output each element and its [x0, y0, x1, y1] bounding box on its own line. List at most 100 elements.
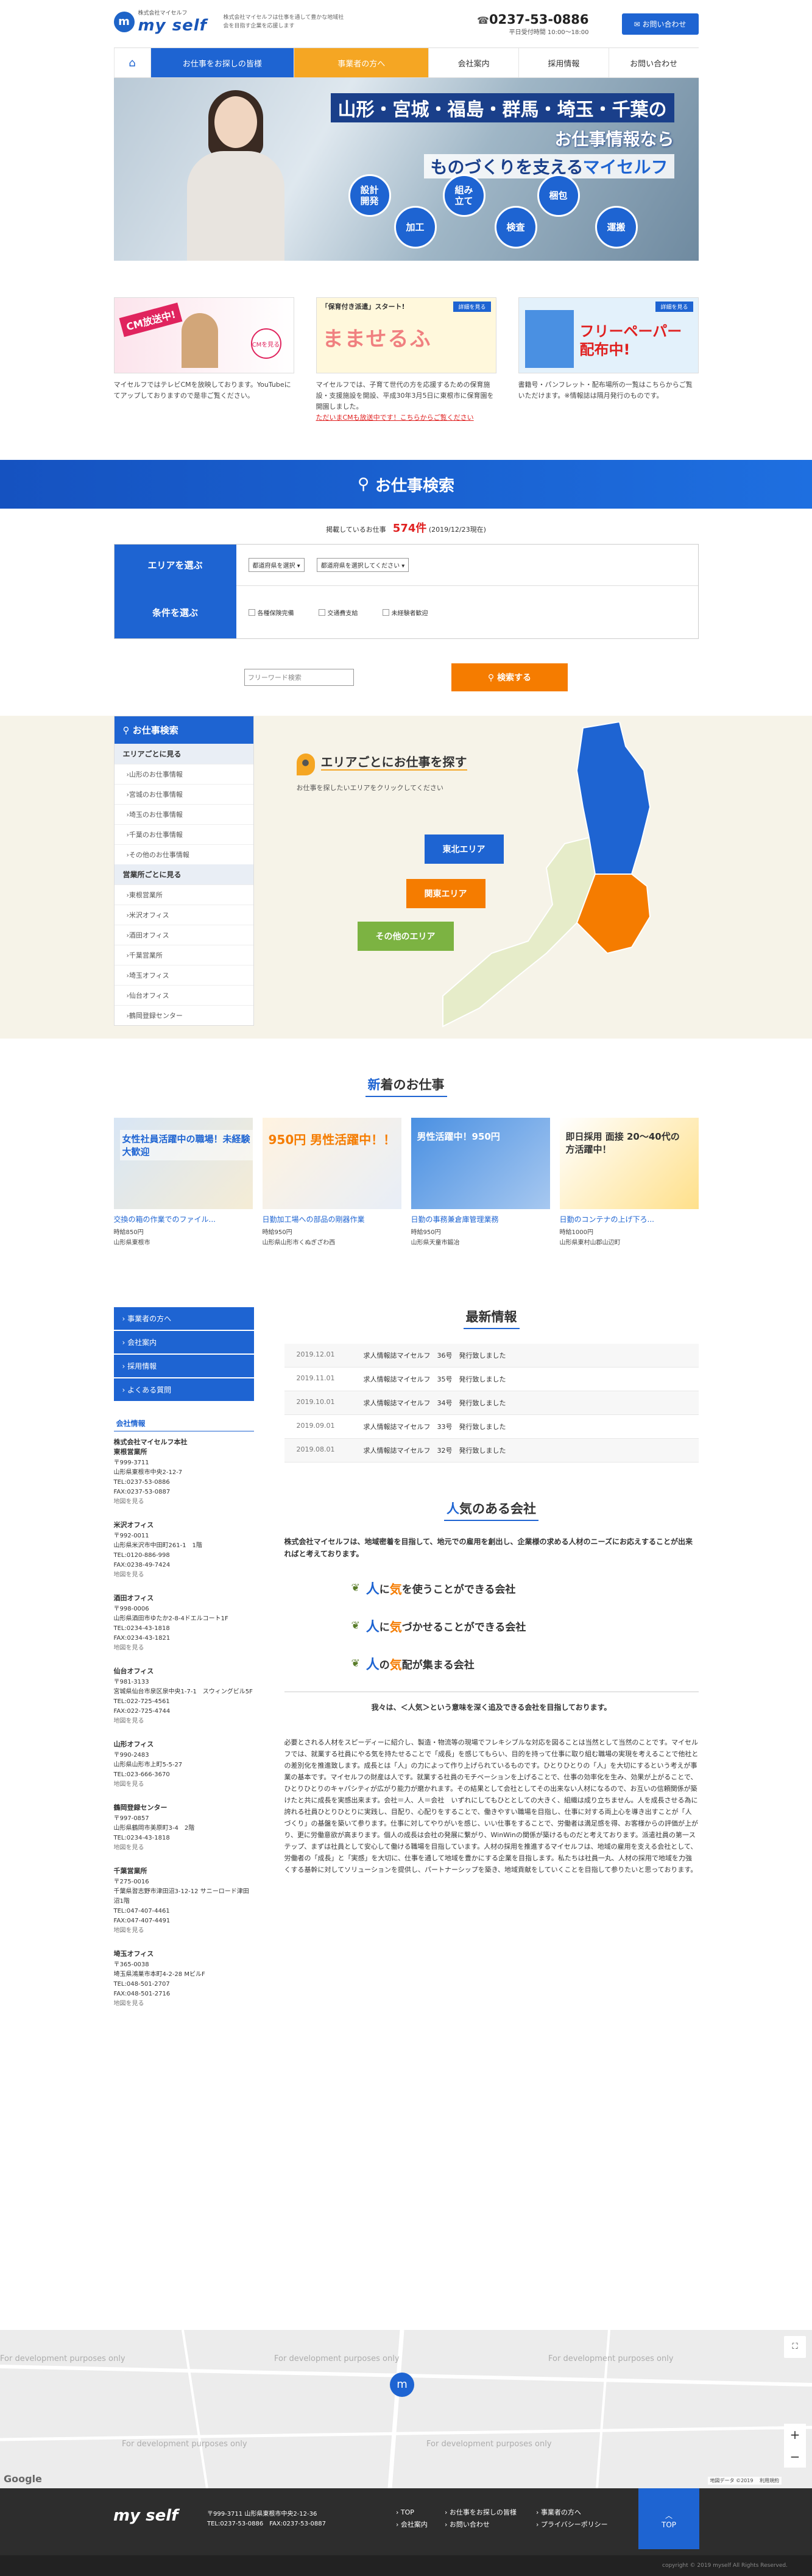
- checkbox-icon: [248, 609, 255, 616]
- job-image[interactable]: 女性社員活躍中の職場！未経験大歓迎: [113, 1118, 253, 1209]
- cm-banner-image[interactable]: CM放送中! CMを見る: [113, 297, 294, 373]
- job-card[interactable]: 女性社員活躍中の職場！未経験大歓迎 交換の箱の作業でのファイル... 時給850…: [113, 1118, 253, 1246]
- job-title[interactable]: 日勤の事務兼倉庫管理業務: [411, 1214, 550, 1224]
- office-line: FAX:022-725-4744: [113, 1708, 171, 1715]
- footer-link-contact[interactable]: › お問い合わせ: [445, 2519, 517, 2531]
- other-area-button[interactable]: その他のエリア: [357, 922, 454, 951]
- hero-circle-assembly: 組み 立て: [442, 174, 485, 217]
- job-card[interactable]: 即日採用 面接 20〜40代の方活躍中！ 日勤のコンテナの上げ下ろ... 時給1…: [559, 1118, 699, 1246]
- lower-nav-faq[interactable]: › よくある質問: [113, 1378, 254, 1401]
- inexperienced-checkbox[interactable]: 未経験者歓迎: [382, 608, 428, 617]
- office-line: 〒365-0038: [113, 1961, 149, 1968]
- side-office-item[interactable]: ›千葉営業所: [114, 945, 253, 965]
- office-map-link[interactable]: 地図を見る: [114, 1570, 254, 1580]
- news-item[interactable]: 2019.12.01 求人情報誌マイセルフ 36号 発行致しました: [284, 1344, 699, 1367]
- insurance-checkbox[interactable]: 各種保険完備: [248, 608, 294, 617]
- office-map-link[interactable]: 地図を見る: [114, 1780, 254, 1790]
- news-item[interactable]: 2019.09.01 求人情報誌マイセルフ 33号 発行致しました: [284, 1415, 699, 1439]
- nav-item-contact[interactable]: お問い合わせ: [608, 48, 699, 77]
- google-map[interactable]: For development purposes only For develo…: [0, 2330, 812, 2488]
- news-item[interactable]: 2019.10.01 求人情報誌マイセルフ 34号 発行致しました: [284, 1391, 699, 1415]
- freepaper-card[interactable]: 詳細を見る フリーペーパー配布中! 書籍号・パンフレット・配布場所の一覧はこちら…: [518, 297, 699, 423]
- news-item[interactable]: 2019.08.01 求人情報誌マイセルフ 32号 発行致しました: [284, 1439, 699, 1463]
- site-logo[interactable]: m 株式会社マイセルフ my self: [113, 9, 207, 35]
- footer-link-employers[interactable]: › 事業者の方へ: [536, 2507, 608, 2519]
- job-image[interactable]: 男性活躍中！950円: [411, 1118, 550, 1209]
- job-title[interactable]: 交換の箱の作業でのファイル...: [114, 1214, 253, 1224]
- nursery-cm-link[interactable]: ただいまCMも放送中です！こちらからご覧ください: [316, 414, 474, 422]
- transport-checkbox[interactable]: 交通費支給: [318, 608, 358, 617]
- lower-nav-employers[interactable]: › 事業者の方へ: [113, 1307, 254, 1330]
- office-map-link[interactable]: 地図を見る: [114, 1843, 254, 1853]
- search-form: エリアを選ぶ 都道府県を選択 ▾ 都道府県を選択してください ▾ 条件を選ぶ 各…: [113, 544, 699, 639]
- side-area-item[interactable]: ›山形のお仕事情報: [114, 764, 253, 784]
- office-map-link[interactable]: 地図を見る: [114, 1497, 254, 1507]
- nursery-card[interactable]: 「保育付き派遣」スタート! 詳細を見る まませるふ マイセルフでは、子育て世代の…: [316, 297, 496, 423]
- job-card[interactable]: 男性活躍中！950円 日勤の事務兼倉庫管理業務 時給950円 山形県天童市鍛冶: [411, 1118, 550, 1246]
- lower-nav-company[interactable]: › 会社案内: [113, 1331, 254, 1353]
- zoom-in-button[interactable]: +: [784, 2424, 806, 2446]
- search-submit-button[interactable]: ⚲ 検索する: [451, 663, 568, 691]
- zoom-out-button[interactable]: −: [784, 2446, 806, 2468]
- side-office-item[interactable]: ›鶴岡登録センター: [114, 1005, 253, 1025]
- side-area-item[interactable]: ›埼玉のお仕事情報: [114, 804, 253, 824]
- side-office-item[interactable]: ›東根営業所: [114, 884, 253, 905]
- nav-item-recruit[interactable]: 採用情報: [518, 48, 609, 77]
- map-marker-icon[interactable]: m: [390, 2373, 414, 2397]
- footer-link-privacy[interactable]: › プライバシーポリシー: [536, 2519, 608, 2531]
- side-office-item[interactable]: ›米沢オフィス: [114, 905, 253, 925]
- footer-links-1: › TOP › 会社案内: [396, 2507, 428, 2531]
- side-area-item[interactable]: ›千葉のお仕事情報: [114, 824, 253, 844]
- map-dev-watermark: For development purposes only: [426, 2440, 552, 2449]
- chevron-up-icon: ︿: [665, 2511, 673, 2520]
- popular-point: ❦ 人に気を使うことができる会社: [351, 1581, 516, 1598]
- office-map-link[interactable]: 地図を見る: [114, 1643, 254, 1653]
- tohoku-area-button[interactable]: 東北エリア: [424, 835, 504, 864]
- cm-card[interactable]: CM放送中! CMを見る マイセルフではテレビCMを放映しております。YouTu…: [113, 297, 294, 423]
- office-line: 〒992-0011: [113, 1533, 149, 1539]
- freepaper-card-text: 書籍号・パンフレット・配布場所の一覧はこちらからご覧いただけます。※情報誌は隔月…: [518, 381, 693, 400]
- motto: 我々は、＜人気＞という意味を深く追及できる会社を目指しております。: [284, 1692, 699, 1712]
- freepaper-banner-image[interactable]: 詳細を見る フリーペーパー配布中!: [518, 297, 699, 373]
- new-jobs-list: 女性社員活躍中の職場！未経験大歓迎 交換の箱の作業でのファイル... 時給850…: [113, 1118, 699, 1246]
- office-map-link[interactable]: 地図を見る: [114, 1717, 254, 1726]
- job-place: 山形県山形市くぬぎざわ西: [262, 1240, 336, 1246]
- footer-logo[interactable]: my self: [113, 2507, 178, 2525]
- side-area-item[interactable]: ›その他のお仕事情報: [114, 844, 253, 864]
- footer-link-top[interactable]: › TOP: [396, 2507, 428, 2519]
- nav-item-company[interactable]: 会社案内: [428, 48, 518, 77]
- nav-item-job-seekers[interactable]: お仕事をお探しの皆様: [150, 48, 294, 77]
- global-nav: ⌂ お仕事をお探しの皆様 事業者の方へ 会社案内 採用情報 お問い合わせ: [113, 48, 699, 78]
- office-map-link[interactable]: 地図を見る: [114, 1926, 254, 1936]
- nursery-banner-image[interactable]: 「保育付き派遣」スタート! 詳細を見る まませるふ: [316, 297, 496, 373]
- office-line: 山形県山形市上町5-5-27: [113, 1762, 183, 1768]
- nav-item-employers[interactable]: 事業者の方へ: [294, 48, 429, 77]
- prefecture-select[interactable]: 都道府県を選択 ▾: [248, 558, 305, 572]
- office-name: 仙台オフィス: [113, 1667, 154, 1675]
- map-attribution[interactable]: 地図データ ©2019 利用規約: [707, 2477, 782, 2485]
- footer-link-jobseekers[interactable]: › お仕事をお探しの皆様: [445, 2507, 517, 2519]
- kanto-area-button[interactable]: 関東エリア: [406, 879, 485, 908]
- job-card[interactable]: 950円 男性活躍中！！ 日勤加工場への部品の剛器作業 時給950円 山形県山形…: [262, 1118, 401, 1246]
- city-select[interactable]: 都道府県を選択してください ▾: [316, 558, 409, 572]
- lower-nav-recruit[interactable]: › 採用情報: [113, 1355, 254, 1377]
- area-search-section: ⚲ お仕事検索 エリアごとに見る ›山形のお仕事情報 ›宮城のお仕事情報 ›埼玉…: [0, 716, 812, 1039]
- back-to-top-button[interactable]: ︿ TOP: [638, 2488, 699, 2549]
- side-office-item[interactable]: ›埼玉オフィス: [114, 965, 253, 985]
- fullscreen-icon[interactable]: ⛶: [784, 2336, 806, 2358]
- side-office-item[interactable]: ›酒田オフィス: [114, 925, 253, 945]
- job-title[interactable]: 日勤加工場への部品の剛器作業: [263, 1214, 401, 1224]
- job-image[interactable]: 950円 男性活躍中！！: [262, 1118, 401, 1209]
- side-area-item[interactable]: ›宮城のお仕事情報: [114, 784, 253, 804]
- news-item[interactable]: 2019.11.01 求人情報誌マイセルフ 35号 発行致しました: [284, 1367, 699, 1391]
- search-icon: ⚲: [487, 673, 498, 683]
- header-contact-button[interactable]: ✉ お問い合わせ: [621, 13, 699, 35]
- office-map-link[interactable]: 地図を見る: [114, 1999, 254, 2009]
- office-line: 山形県東根市中央2-12-7: [113, 1469, 183, 1476]
- footer-link-company[interactable]: › 会社案内: [396, 2519, 428, 2531]
- job-title[interactable]: 日勤のコンテナの上げ下ろ...: [560, 1214, 699, 1224]
- side-office-item[interactable]: ›仙台オフィス: [114, 985, 253, 1005]
- freeword-input[interactable]: フリーワード検索: [244, 669, 354, 686]
- job-image[interactable]: 即日採用 面接 20〜40代の方活躍中！: [559, 1118, 699, 1209]
- nav-home[interactable]: ⌂: [113, 48, 150, 77]
